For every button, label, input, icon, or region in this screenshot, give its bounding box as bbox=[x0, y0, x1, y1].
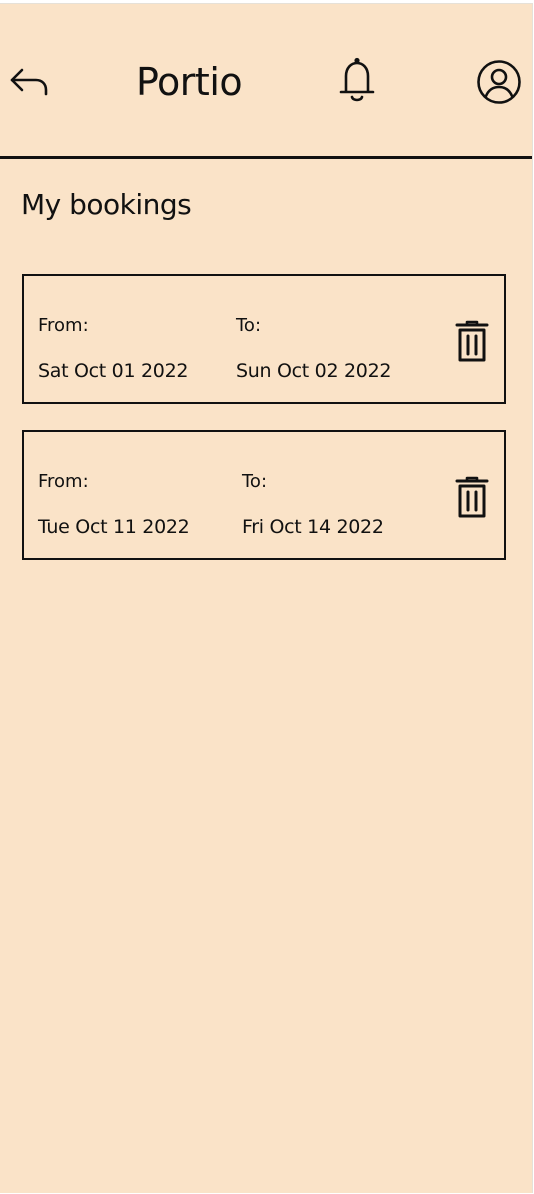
user-circle-icon[interactable] bbox=[475, 58, 523, 106]
to-date: Fri Oct 14 2022 bbox=[242, 516, 384, 538]
bell-icon[interactable] bbox=[336, 56, 378, 104]
app-screen: Portio My bookings From: Sat Oct 01 2022 bbox=[0, 3, 533, 1193]
from-label: From: bbox=[38, 471, 89, 492]
from-date: Sat Oct 01 2022 bbox=[38, 360, 189, 382]
app-header: Portio bbox=[0, 4, 532, 159]
from-date: Tue Oct 11 2022 bbox=[38, 516, 190, 538]
back-arrow-icon[interactable] bbox=[8, 62, 50, 102]
booking-list: From: Sat Oct 01 2022 To: Sun Oct 02 202… bbox=[22, 274, 506, 586]
booking-card: From: Sat Oct 01 2022 To: Sun Oct 02 202… bbox=[22, 274, 506, 404]
to-label: To: bbox=[242, 471, 268, 492]
trash-icon[interactable] bbox=[452, 476, 492, 520]
from-label: From: bbox=[38, 315, 89, 336]
app-title: Portio bbox=[136, 60, 243, 104]
booking-card: From: Tue Oct 11 2022 To: Fri Oct 14 202… bbox=[22, 430, 506, 560]
trash-icon[interactable] bbox=[452, 320, 492, 364]
to-date: Sun Oct 02 2022 bbox=[236, 360, 392, 382]
to-label: To: bbox=[236, 315, 262, 336]
page-heading: My bookings bbox=[21, 188, 192, 221]
